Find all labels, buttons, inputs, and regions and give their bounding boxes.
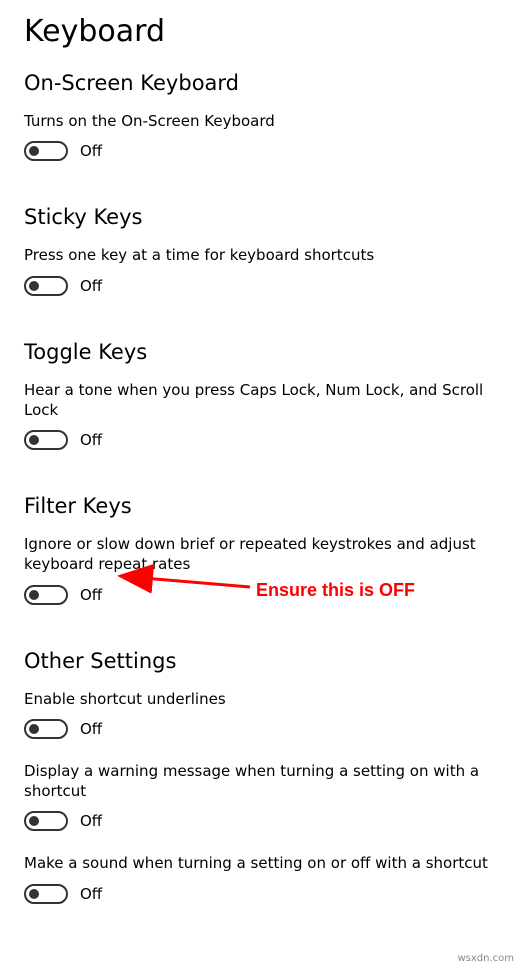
toggle-row: Off	[24, 141, 496, 161]
section-title: Toggle Keys	[24, 340, 496, 364]
option-label: Display a warning message when turning a…	[24, 761, 496, 802]
page-title: Keyboard	[24, 14, 496, 49]
annotation-text: Ensure this is OFF	[256, 580, 415, 601]
option-block: Make a sound when turning a setting on o…	[24, 853, 496, 903]
toggle-state: Off	[80, 720, 102, 738]
toggle-state: Off	[80, 586, 102, 604]
section-toggle-keys: Toggle Keys Hear a tone when you press C…	[24, 340, 496, 451]
option-label: Turns on the On-Screen Keyboard	[24, 111, 496, 131]
toggle-row: Off	[24, 884, 496, 904]
toggle-thumb-icon	[29, 590, 39, 600]
make-sound-toggle[interactable]	[24, 884, 68, 904]
toggle-state: Off	[80, 431, 102, 449]
toggle-row: Off	[24, 430, 496, 450]
enable-shortcut-underlines-toggle[interactable]	[24, 719, 68, 739]
toggle-thumb-icon	[29, 435, 39, 445]
toggle-state: Off	[80, 812, 102, 830]
toggle-thumb-icon	[29, 146, 39, 156]
toggle-state: Off	[80, 885, 102, 903]
toggle-thumb-icon	[29, 889, 39, 899]
option-label: Ignore or slow down brief or repeated ke…	[24, 534, 496, 575]
toggle-thumb-icon	[29, 724, 39, 734]
option-label: Make a sound when turning a setting on o…	[24, 853, 496, 873]
on-screen-keyboard-toggle[interactable]	[24, 141, 68, 161]
section-on-screen-keyboard: On-Screen Keyboard Turns on the On-Scree…	[24, 71, 496, 161]
section-sticky-keys: Sticky Keys Press one key at a time for …	[24, 205, 496, 295]
option-block: Turns on the On-Screen Keyboard Off	[24, 111, 496, 161]
section-title: Other Settings	[24, 649, 496, 673]
section-title: Filter Keys	[24, 494, 496, 518]
toggle-thumb-icon	[29, 816, 39, 826]
option-block: Display a warning message when turning a…	[24, 761, 496, 832]
option-block: Enable shortcut underlines Off	[24, 689, 496, 739]
filter-keys-toggle[interactable]	[24, 585, 68, 605]
warning-message-toggle[interactable]	[24, 811, 68, 831]
toggle-state: Off	[80, 142, 102, 160]
option-label: Enable shortcut underlines	[24, 689, 496, 709]
toggle-thumb-icon	[29, 281, 39, 291]
watermark: wsxdn.com	[457, 953, 514, 964]
option-label: Hear a tone when you press Caps Lock, Nu…	[24, 380, 496, 421]
toggle-row: Off	[24, 719, 496, 739]
toggle-keys-toggle[interactable]	[24, 430, 68, 450]
toggle-state: Off	[80, 277, 102, 295]
section-title: Sticky Keys	[24, 205, 496, 229]
toggle-row: Off	[24, 276, 496, 296]
option-block: Hear a tone when you press Caps Lock, Nu…	[24, 380, 496, 451]
sticky-keys-toggle[interactable]	[24, 276, 68, 296]
toggle-row: Off	[24, 811, 496, 831]
option-label: Press one key at a time for keyboard sho…	[24, 245, 496, 265]
section-title: On-Screen Keyboard	[24, 71, 496, 95]
option-block: Press one key at a time for keyboard sho…	[24, 245, 496, 295]
section-other-settings: Other Settings Enable shortcut underline…	[24, 649, 496, 904]
